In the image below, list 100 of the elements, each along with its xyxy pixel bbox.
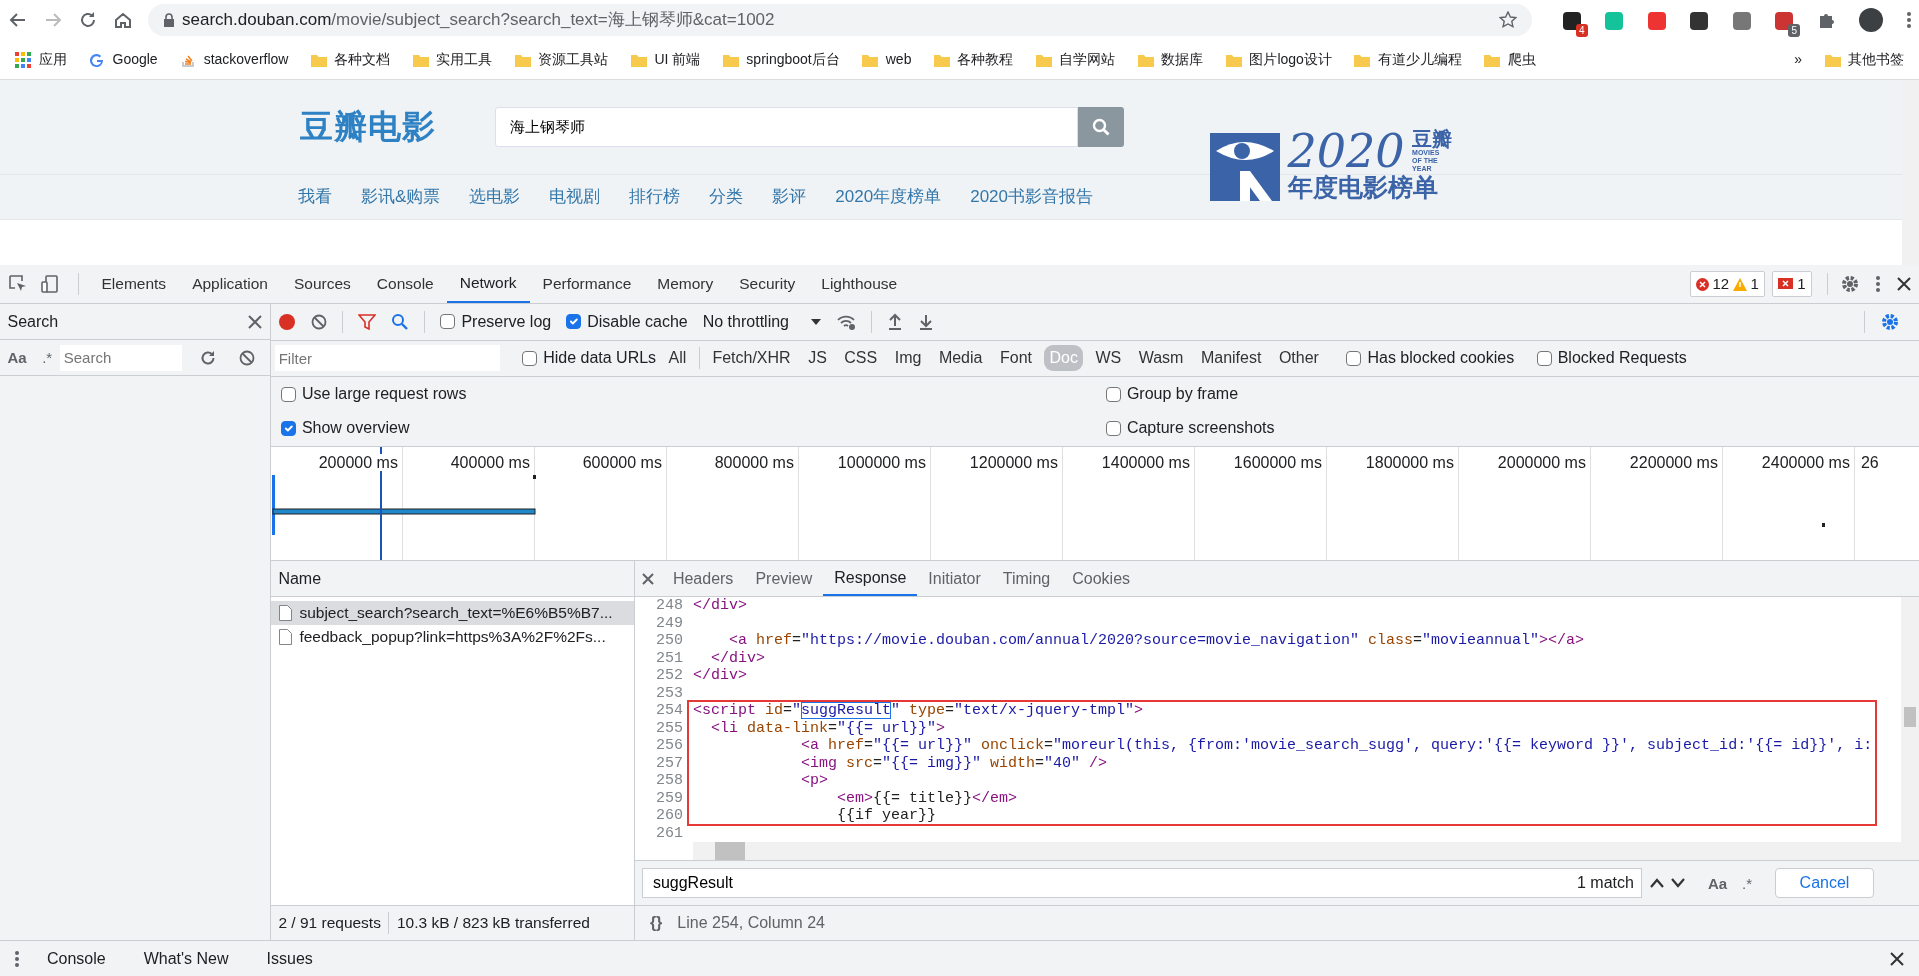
checkbox[interactable]: [1105, 386, 1121, 402]
nav-link[interactable]: 我看: [298, 184, 332, 210]
search-field[interactable]: 海上钢琴师: [495, 107, 1078, 147]
home-icon[interactable]: [112, 10, 133, 30]
extension-icon[interactable]: [1774, 10, 1794, 31]
panel-tab[interactable]: Console: [363, 265, 447, 303]
checkbox[interactable]: [1105, 420, 1121, 436]
panel-tab[interactable]: Elements: [88, 265, 180, 303]
checkbox[interactable]: [1536, 350, 1552, 366]
detail-tab[interactable]: Cookies: [1061, 561, 1142, 597]
filter-type[interactable]: Font: [994, 345, 1037, 372]
pretty-print-button[interactable]: {}: [649, 911, 663, 936]
upload-icon[interactable]: [887, 312, 904, 331]
bookmark-link[interactable]: 其他书签: [1848, 49, 1904, 70]
filter-icon[interactable]: [358, 312, 377, 331]
nav-link[interactable]: 排行榜: [629, 184, 681, 210]
filter-type[interactable]: JS: [803, 345, 832, 372]
next-match-button[interactable]: [1671, 878, 1686, 889]
bookmark-link[interactable]: 各种文档: [334, 49, 391, 70]
clear-icon[interactable]: [238, 349, 255, 366]
nav-link[interactable]: 2020年度榜单: [835, 184, 942, 210]
clear-icon[interactable]: [311, 313, 328, 330]
horizontal-scrollbar[interactable]: [692, 842, 1901, 861]
cancel-button[interactable]: Cancel: [1774, 868, 1875, 899]
panel-tab[interactable]: Sources: [280, 265, 364, 303]
filter-type[interactable]: Other: [1273, 345, 1324, 372]
column-header[interactable]: Name: [278, 566, 322, 591]
bookmark-link[interactable]: 应用: [38, 49, 67, 70]
filter-field[interactable]: Filter: [274, 345, 500, 372]
throttling-dropdown[interactable]: No throttling: [702, 309, 822, 334]
console-counts[interactable]: 12 1: [1689, 270, 1765, 298]
panel-tab[interactable]: Performance: [529, 265, 645, 303]
checkbox[interactable]: [566, 314, 582, 330]
filter-type[interactable]: CSS: [839, 345, 883, 372]
detail-tab[interactable]: Timing: [991, 561, 1062, 597]
extension-icon[interactable]: [1689, 10, 1709, 31]
issues-count[interactable]: 1: [1772, 270, 1812, 298]
settings-icon[interactable]: [1839, 274, 1860, 294]
detail-tab[interactable]: Preview: [744, 561, 824, 597]
more-icon[interactable]: [15, 950, 19, 967]
scrollbar[interactable]: [1902, 80, 1919, 265]
bookmark-link[interactable]: springboot后台: [746, 49, 840, 70]
find-field[interactable]: suggResult: [650, 870, 1577, 897]
bookmark-link[interactable]: Google: [112, 49, 158, 70]
find-box[interactable]: suggResult 1 match: [642, 868, 1643, 899]
bookmark-link[interactable]: 自学网站: [1059, 49, 1116, 70]
previous-match-button[interactable]: [1649, 878, 1664, 889]
checkbox[interactable]: [280, 386, 296, 402]
drawer-tab[interactable]: Console: [47, 946, 106, 971]
bookmark-link[interactable]: 有道少儿编程: [1377, 49, 1462, 70]
nav-link[interactable]: 电视剧: [549, 184, 601, 210]
drawer-tab[interactable]: What's New: [143, 946, 229, 971]
record-button[interactable]: [278, 312, 297, 331]
device-toolbar-icon[interactable]: [39, 274, 60, 294]
filter-type[interactable]: Media: [933, 345, 988, 372]
download-icon[interactable]: [918, 312, 935, 331]
filter-type[interactable]: Img: [889, 345, 927, 372]
bookmark-link[interactable]: 图片logo设计: [1249, 49, 1332, 70]
panel-tab[interactable]: Security: [726, 265, 809, 303]
detail-tab[interactable]: Response: [823, 561, 918, 597]
checkbox[interactable]: [280, 420, 296, 436]
nav-link[interactable]: 影评: [772, 184, 807, 210]
nav-link[interactable]: 选电影: [469, 184, 521, 210]
bookmark-link[interactable]: UI 前端: [654, 49, 701, 70]
more-bookmarks-button[interactable]: »: [1794, 49, 1802, 70]
bookmark-link[interactable]: 实用工具: [436, 49, 493, 70]
checkbox[interactable]: [522, 350, 538, 366]
filter-type[interactable]: Fetch/XHR: [707, 345, 796, 372]
filter-type[interactable]: All: [663, 345, 692, 372]
request-row[interactable]: subject_search?search_text=%E6%B5%B7...: [270, 600, 634, 625]
match-case-button[interactable]: Aa: [7, 350, 27, 365]
drawer-tab[interactable]: Issues: [266, 946, 313, 971]
settings-icon[interactable]: [1880, 311, 1901, 332]
detail-tab[interactable]: Initiator: [917, 561, 992, 597]
more-icon[interactable]: [1874, 274, 1881, 294]
close-icon[interactable]: [1890, 951, 1904, 966]
star-icon[interactable]: [1498, 11, 1517, 29]
nav-link[interactable]: 2020书影音报告: [970, 184, 1093, 210]
close-icon[interactable]: [248, 314, 263, 329]
avatar-icon[interactable]: [1859, 8, 1883, 32]
panel-tab[interactable]: Lighthouse: [808, 265, 911, 303]
bookmark-link[interactable]: web: [885, 49, 912, 70]
request-row[interactable]: feedback_popup?link=https%3A%2F%2Fs...: [270, 624, 634, 649]
site-logo[interactable]: 豆瓣电影: [300, 102, 495, 152]
bookmark-link[interactable]: 资源工具站: [538, 49, 609, 70]
bookmark-link[interactable]: 数据库: [1161, 49, 1204, 70]
vertical-scrollbar[interactable]: [1901, 597, 1919, 861]
bookmark-link[interactable]: 爬虫: [1507, 49, 1536, 70]
regex-button[interactable]: .*: [42, 350, 53, 365]
nav-link[interactable]: 分类: [709, 184, 744, 210]
address-bar[interactable]: search.douban.com/movie/subject_search?search_text=海上钢琴师&cat=1002: [147, 4, 1532, 36]
panel-tab[interactable]: Memory: [644, 265, 727, 303]
filter-type[interactable]: Manifest: [1195, 345, 1267, 372]
more-icon[interactable]: [1905, 10, 1912, 30]
refresh-icon[interactable]: [200, 349, 217, 366]
search-field[interactable]: Search: [59, 344, 182, 371]
checkbox[interactable]: [1346, 350, 1362, 366]
regex-button[interactable]: .*: [1742, 875, 1753, 891]
bookmark-link[interactable]: 各种教程: [957, 49, 1014, 70]
search-button[interactable]: [1078, 107, 1124, 147]
